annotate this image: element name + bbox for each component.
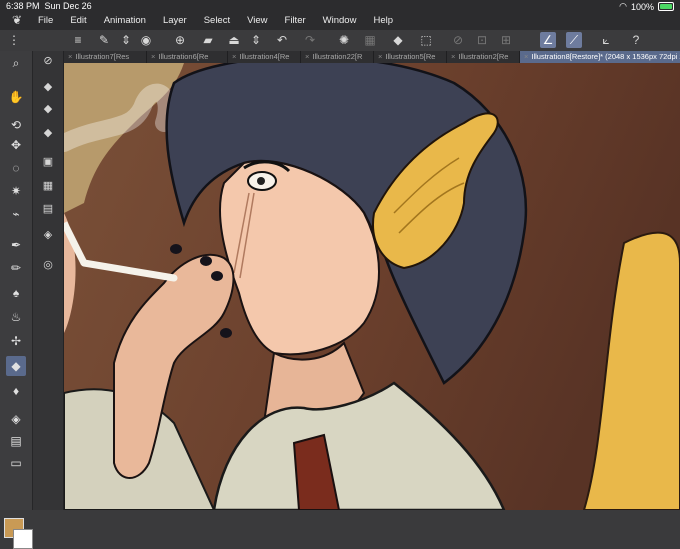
hand-icon[interactable]: ✋ — [6, 87, 26, 107]
quick-access-icon[interactable]: ✎ — [96, 32, 112, 48]
transform-icon[interactable]: ⬚ — [418, 32, 434, 48]
menu-bar: 6:38 PM Sun Dec 26 ◠ 100% ❦ File Edit An… — [0, 0, 680, 31]
close-icon[interactable]: × — [68, 52, 72, 61]
crop-icon[interactable]: ⊡ — [474, 32, 490, 48]
clear-icon[interactable]: ▦ — [362, 32, 378, 48]
brush-icon[interactable]: ♠ — [6, 283, 26, 303]
menu-edit[interactable]: Edit — [70, 15, 86, 26]
chevron-updown-icon-2[interactable]: ⇕ — [248, 32, 264, 48]
deselect-icon[interactable]: ⊘ — [450, 32, 466, 48]
illustration-artwork — [64, 63, 680, 510]
ruler-snap-icon[interactable]: ⟋ — [566, 32, 582, 48]
decoration-icon[interactable]: ✢ — [6, 331, 26, 351]
sub-color-swatch[interactable] — [13, 529, 33, 549]
show-selection-icon[interactable]: ⊞ — [498, 32, 514, 48]
tab-illustration2[interactable]: × Illustration2[Re — [447, 51, 520, 63]
pen-icon[interactable]: ✒ — [6, 235, 26, 255]
app-logo-icon[interactable]: ❦ — [12, 13, 26, 27]
nav-icon[interactable]: ⊘ — [40, 53, 56, 69]
menu-help[interactable]: Help — [373, 15, 393, 26]
status-indicators: ◠ 100% — [619, 1, 674, 12]
battery-icon — [658, 2, 674, 11]
sub-view-icon[interactable]: ◎ — [40, 257, 56, 273]
menu-select[interactable]: Select — [204, 15, 230, 26]
magnifier-icon[interactable]: ⌕ — [6, 53, 26, 73]
rotate-icon[interactable]: ⟲ — [6, 115, 26, 135]
undo-icon[interactable]: ↶ — [274, 32, 290, 48]
stabilizer-icon[interactable]: ∠ — [540, 32, 556, 48]
menu-animation[interactable]: Animation — [104, 15, 146, 26]
close-icon[interactable]: × — [378, 52, 382, 61]
tab-illustration5[interactable]: × Illustration5[Re — [374, 51, 447, 63]
date: Sun Dec 26 — [44, 1, 92, 11]
gradient-icon[interactable]: ▤ — [6, 431, 26, 451]
chevron-updown-icon[interactable]: ⇕ — [118, 32, 134, 48]
menu-layer[interactable]: Layer — [163, 15, 187, 26]
tab-illustration6[interactable]: × Illustration6[Re — [147, 51, 228, 63]
eraser-icon[interactable]: ◆ — [6, 356, 26, 376]
grip-icon[interactable]: ⋮ — [6, 32, 22, 48]
loading-icon[interactable]: ✺ — [336, 32, 352, 48]
perspective-ruler-icon[interactable]: ⟀ — [598, 32, 614, 48]
close-icon[interactable]: × — [451, 52, 455, 61]
status-time: 6:38 PM Sun Dec 26 — [6, 1, 92, 11]
blend-icon[interactable]: ♦ — [6, 381, 26, 401]
wifi-icon: ◠ — [619, 1, 627, 11]
battery-percent: 100% — [630, 1, 654, 12]
lasso-icon[interactable]: ◌ — [6, 158, 26, 178]
material-icon[interactable]: ◆ — [40, 125, 56, 141]
menu-filter[interactable]: Filter — [285, 15, 306, 26]
open-folder-icon[interactable]: ▰ — [200, 32, 216, 48]
menu-file[interactable]: File — [38, 15, 53, 26]
fill-icon[interactable]: ◈ — [6, 409, 26, 429]
close-icon[interactable]: × — [524, 52, 528, 61]
magic-wand-icon[interactable]: ✷ — [6, 181, 26, 201]
navigator-icon[interactable]: ▣ — [40, 154, 56, 170]
menu-items: File Edit Animation Layer Select View Fi… — [38, 15, 393, 26]
command-bar: ⋮ ≡ ✎ ⇕ ◉ ⊕ ▰ ⏏ ⇕ ↶ ↷ ✺ ▦ ◆ ⬚ ⊘ ⊡ ⊞ ∠ ⟋ … — [0, 30, 680, 52]
toolbox: ⌕ ✋ ⟲ ✥ ◌ ✷ ⌁ ✒ ✏ ♠ ♨ ✢ ◆ ♦ ◈ ▤ ▭ — [0, 51, 33, 549]
save-icon[interactable]: ⏏ — [226, 32, 242, 48]
history-icon[interactable]: ▦ — [40, 178, 56, 194]
close-icon[interactable]: × — [305, 52, 309, 61]
time: 6:38 PM — [6, 1, 40, 11]
tab-illustration8-active[interactable]: × Illustration8[Restore]* (2048 x 1536px … — [520, 51, 680, 63]
drawing-canvas[interactable] — [64, 63, 680, 510]
help-icon[interactable]: ? — [628, 32, 644, 48]
new-file-icon[interactable]: ⊕ — [172, 32, 188, 48]
frame-icon[interactable]: ▭ — [6, 453, 26, 473]
redo-icon[interactable]: ↷ — [302, 32, 318, 48]
document-tabs: × Illustration7[Res × Illustration6[Re × Il… — [64, 51, 680, 63]
move-icon[interactable]: ✥ — [6, 135, 26, 155]
menu-window[interactable]: Window — [323, 15, 357, 26]
tab-illustration4[interactable]: × Illustration4[Re — [228, 51, 301, 63]
fill-bucket-icon[interactable]: ◆ — [390, 32, 406, 48]
tab-illustration22[interactable]: × Illustration22[R — [301, 51, 374, 63]
tab-illustration7[interactable]: × Illustration7[Res — [64, 51, 147, 63]
preview-icon[interactable]: ◉ — [138, 32, 154, 48]
layer-property-icon[interactable]: ◆ — [40, 79, 56, 95]
layer-icon[interactable]: ▤ — [40, 201, 56, 217]
close-icon[interactable]: × — [232, 52, 236, 61]
layers-icon[interactable]: ◈ — [40, 227, 56, 243]
menu-view[interactable]: View — [247, 15, 267, 26]
sub-tool-strip: ⊘ ◆ ◆ ◆ ▣ ▦ ▤ ◈ ◎ — [33, 51, 64, 510]
airbrush-icon[interactable]: ♨ — [6, 307, 26, 327]
pencil-icon[interactable]: ✏ — [6, 258, 26, 278]
eyedropper-icon[interactable]: ⌁ — [6, 204, 26, 224]
close-icon[interactable]: × — [151, 52, 155, 61]
layer-search-icon[interactable]: ◆ — [40, 101, 56, 117]
hamburger-menu-icon[interactable]: ≡ — [70, 32, 86, 48]
